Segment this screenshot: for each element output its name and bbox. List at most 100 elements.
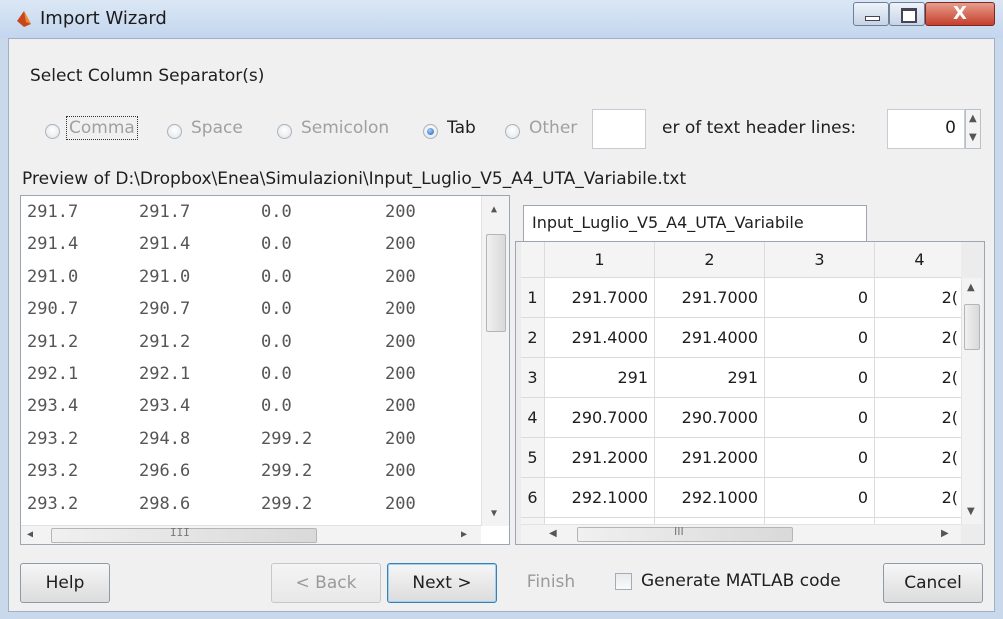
space-label[interactable]: Space <box>191 118 243 138</box>
spin-up-icon[interactable]: ▲ <box>969 113 977 124</box>
column-header[interactable]: 3 <box>765 242 875 278</box>
preview-cell: 299.2 <box>261 493 313 514</box>
column-header[interactable]: 2 <box>655 242 765 278</box>
preview-horizontal-scrollbar[interactable]: ◀ III ▶ <box>21 525 481 544</box>
finish-button[interactable]: Finish <box>506 563 596 603</box>
row-header[interactable]: 3 <box>521 358 545 398</box>
preview-cell: 293.4 <box>139 396 191 417</box>
table-cell[interactable]: 291 <box>655 358 765 398</box>
table-cell[interactable]: 0 <box>765 318 875 358</box>
table-cell[interactable]: 2( <box>875 438 961 478</box>
table-cell[interactable]: 2( <box>875 358 961 398</box>
grid-corner <box>521 242 545 278</box>
title-bar[interactable]: Import Wizard X <box>0 0 1003 38</box>
back-button[interactable]: < Back <box>271 563 381 603</box>
preview-vertical-scrollbar[interactable]: ▲ ▼ <box>481 196 509 526</box>
header-lines-stepper[interactable]: ▲ ▼ <box>965 109 981 149</box>
table-cell[interactable]: 291.7000 <box>655 278 765 318</box>
header-lines-spinner[interactable]: 0 <box>887 109 965 149</box>
other-separator-input[interactable] <box>592 109 646 149</box>
table-cell[interactable]: 291 <box>545 358 655 398</box>
preview-cell: 292.1 <box>27 364 79 384</box>
comma-label[interactable]: Comma <box>66 116 138 140</box>
preview-cell: 291.4 <box>27 234 79 255</box>
table-preview[interactable]: 1 2 3 4 1 291.7000 291.7000 0 2(2 291.4000 291.400… <box>515 241 985 545</box>
row-header[interactable]: 5 <box>521 438 545 478</box>
table-cell[interactable]: 291.4000 <box>545 318 655 358</box>
preview-cell: 293.2 <box>27 493 79 514</box>
column-header[interactable]: 4 <box>875 242 961 278</box>
scroll-left-icon[interactable]: ◀ <box>27 529 33 540</box>
help-button[interactable]: Help <box>20 563 110 603</box>
table-horizontal-scrollbar[interactable]: ◀ III ▶ <box>521 524 961 544</box>
scroll-up-icon[interactable]: ▲ <box>491 204 497 215</box>
table-cell[interactable]: 290.7000 <box>545 398 655 438</box>
table-cell[interactable]: 291.2000 <box>655 438 765 478</box>
cancel-button[interactable]: Cancel <box>883 563 983 603</box>
raw-text-preview[interactable]: 291.7 291.7 0.0 200 291.4 291.4 0.0 200 291.0 291… <box>20 195 510 545</box>
table-cell[interactable]: 0 <box>765 398 875 438</box>
preview-cell: 200 <box>385 364 416 384</box>
tab-label[interactable]: Tab <box>447 118 476 138</box>
preview-cell: 200 <box>385 299 416 320</box>
preview-cell: 200 <box>385 396 416 417</box>
table-scroll-up-icon[interactable]: ▲ <box>967 282 975 293</box>
tab-input-luglio[interactable]: Input_Luglio_V5_A4_UTA_Variabile <box>523 205 867 241</box>
next-button[interactable]: Next > <box>387 563 497 603</box>
table-cell[interactable]: 292.1000 <box>545 478 655 518</box>
preview-cell: 291.2 <box>139 331 191 352</box>
comma-radio[interactable] <box>45 124 60 139</box>
table-hscroll-thumb[interactable]: III <box>577 525 793 542</box>
table-vscroll-thumb[interactable] <box>964 304 980 350</box>
scroll-down-icon[interactable]: ▼ <box>491 508 497 519</box>
preview-cell: 0.0 <box>261 299 292 320</box>
preview-cell: 0.0 <box>261 364 292 384</box>
header-lines-value: 0 <box>945 118 956 138</box>
minimize-button[interactable] <box>853 2 889 26</box>
table-vertical-scrollbar[interactable]: ▲ ▼ <box>961 278 982 524</box>
table-cell[interactable]: 0 <box>765 278 875 318</box>
tab-radio[interactable] <box>423 124 438 139</box>
table-cell[interactable]: 2( <box>875 278 961 318</box>
preview-vscroll-thumb[interactable] <box>486 234 506 332</box>
close-button[interactable]: X <box>925 2 995 26</box>
scroll-right-icon[interactable]: ▶ <box>461 529 467 540</box>
table-cell[interactable]: 0 <box>765 358 875 398</box>
table-cell[interactable]: 291.2000 <box>545 438 655 478</box>
generate-code-checkbox[interactable] <box>615 573 632 590</box>
semicolon-label[interactable]: Semicolon <box>301 118 389 138</box>
table-cell[interactable]: 291.4000 <box>655 318 765 358</box>
table-cell[interactable]: 0 <box>765 478 875 518</box>
generate-code-label[interactable]: Generate MATLAB code <box>641 571 841 591</box>
table-scroll-right-icon[interactable]: ▶ <box>941 528 949 539</box>
table-scroll-left-icon[interactable]: ◀ <box>549 528 557 539</box>
row-header[interactable]: 4 <box>521 398 545 438</box>
row-header[interactable]: 6 <box>521 478 545 518</box>
semicolon-radio[interactable] <box>277 124 292 139</box>
table-cell[interactable]: 2( <box>875 318 961 358</box>
table-cell[interactable]: 2( <box>875 398 961 438</box>
preview-cell: 200 <box>385 428 416 449</box>
table-scroll-down-icon[interactable]: ▼ <box>967 506 975 517</box>
maximize-button[interactable] <box>889 2 925 26</box>
preview-cell: 291.4 <box>139 234 191 255</box>
table-cell[interactable]: 292.1000 <box>655 478 765 518</box>
other-label[interactable]: Other <box>529 118 577 138</box>
preview-path-label: Preview of D:\Dropbox\Enea\Simulazioni\I… <box>22 169 687 189</box>
data-grid[interactable]: 1 2 3 4 1 291.7000 291.7000 0 2(2 291.4000 291.400… <box>521 242 961 524</box>
table-cell[interactable]: 290.7000 <box>655 398 765 438</box>
preview-cell: 292.1 <box>139 364 191 384</box>
space-radio[interactable] <box>167 124 182 139</box>
row-header[interactable]: 1 <box>521 278 545 318</box>
table-cell[interactable]: 291.7000 <box>545 278 655 318</box>
table-cell[interactable]: 2( <box>875 478 961 518</box>
table-cell[interactable]: 0 <box>765 438 875 478</box>
preview-hscroll-thumb[interactable]: III <box>51 526 317 543</box>
column-header[interactable]: 1 <box>545 242 655 278</box>
preview-cell: 293.2 <box>27 461 79 482</box>
other-radio[interactable] <box>505 124 520 139</box>
spin-down-icon[interactable]: ▼ <box>969 132 977 143</box>
preview-cell: 291.0 <box>139 266 191 287</box>
preview-cell: 293.2 <box>27 428 79 449</box>
row-header[interactable]: 2 <box>521 318 545 358</box>
